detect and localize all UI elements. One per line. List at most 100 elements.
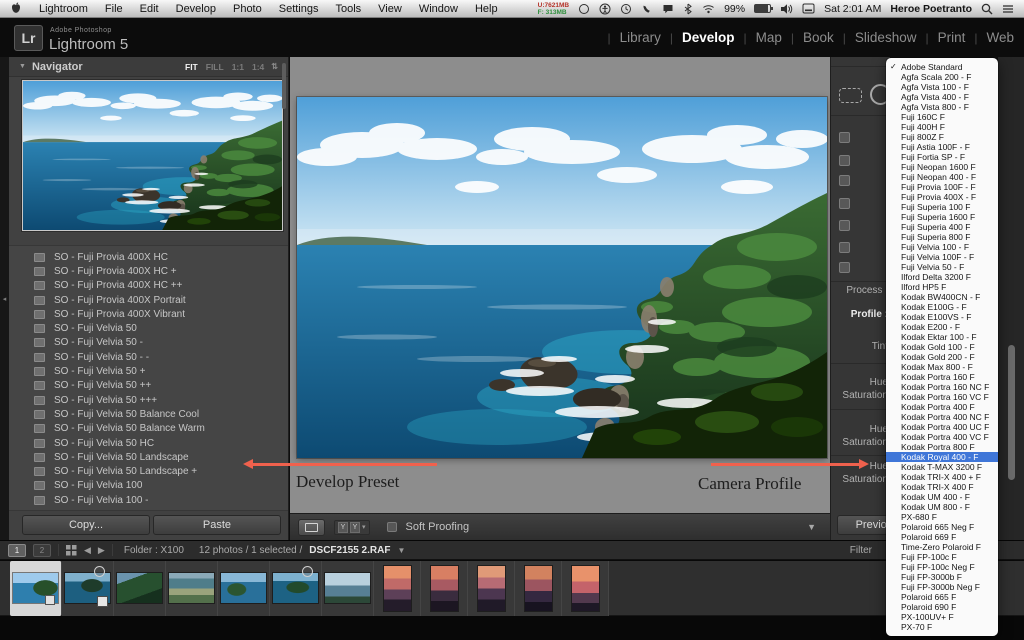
battery-icon[interactable] <box>754 4 774 13</box>
before-after-button[interactable]: Y Y ▾ <box>334 519 370 535</box>
navigator-zoom-option[interactable]: FIT <box>185 62 198 72</box>
camera-profile-menu-item[interactable]: Kodak Portra 400 NC F <box>886 412 998 422</box>
adjustment-row-icon[interactable] <box>839 132 850 143</box>
adjustment-row-icon[interactable] <box>839 198 850 209</box>
right-panel-scrollbar[interactable] <box>1008 345 1015 480</box>
filmstrip-thumbnail[interactable] <box>468 560 515 616</box>
filmstrip-thumbnail[interactable] <box>218 560 270 616</box>
camera-profile-menu-item[interactable]: Fuji 400H F <box>886 122 998 132</box>
preset-item[interactable]: SO - Fuji Velvia 100 <box>9 479 288 493</box>
adjustment-row-icon[interactable] <box>839 262 850 273</box>
notification-center-icon[interactable] <box>1002 4 1014 14</box>
preset-item[interactable]: SO - Fuji Provia 400X Portrait <box>9 293 288 307</box>
camera-profile-menu-item[interactable]: Kodak Gold 100 - F <box>886 342 998 352</box>
camera-profile-menu-item[interactable]: Kodak TRI-X 400 + F <box>886 472 998 482</box>
camera-profile-menu-item[interactable]: Fuji Astia 100F - F <box>886 142 998 152</box>
navigator-header[interactable]: ▼ Navigator FIT FILL 1:1 1:4 ⇅ <box>9 57 288 77</box>
preset-item[interactable]: SO - Fuji Provia 400X HC + <box>9 264 288 278</box>
navigator-zoom-option[interactable]: 1:4 <box>252 62 264 72</box>
preset-item[interactable]: SO - Fuji Velvia 50 Balance Cool <box>9 407 288 421</box>
crop-tool-icon[interactable] <box>839 88 862 103</box>
phone-icon[interactable] <box>641 3 653 15</box>
apple-menu-icon[interactable] <box>10 2 22 15</box>
camera-profile-menu-item[interactable]: Polaroid 665 Neg F <box>886 522 998 532</box>
preset-item[interactable]: SO - Fuji Velvia 50 - <box>9 336 288 350</box>
camera-profile-menu-item[interactable]: Kodak Portra 160 VC F <box>886 392 998 402</box>
copy-button[interactable]: Copy... <box>22 515 150 535</box>
camera-profile-menu-item[interactable]: PX-680 F <box>886 512 998 522</box>
camera-profile-menu-item[interactable]: Fuji 160C F <box>886 112 998 122</box>
camera-profile-menu-item[interactable]: Fuji Superia 400 F <box>886 222 998 232</box>
menubar-item[interactable]: Tools <box>335 3 361 15</box>
menubar-item[interactable]: Edit <box>140 3 159 15</box>
filmstrip-thumbnail[interactable] <box>270 560 322 616</box>
camera-profile-menu-item[interactable]: Kodak T-MAX 3200 F <box>886 462 998 472</box>
module-tab[interactable]: | Book <box>782 30 834 45</box>
camera-profile-menu-item[interactable]: Fuji FP-3000b F <box>886 572 998 582</box>
preset-item[interactable]: SO - Fuji Velvia 100 - <box>9 493 288 507</box>
camera-profile-menu-item[interactable]: Fuji Velvia 100F - F <box>886 252 998 262</box>
filmstrip-thumbnail[interactable] <box>374 560 421 616</box>
left-panel-collapse-strip[interactable]: ◂ <box>0 57 9 540</box>
camera-profile-menu-item[interactable]: Kodak Portra 400 F <box>886 402 998 412</box>
main-photo[interactable] <box>297 97 827 458</box>
module-tab[interactable]: | Slideshow <box>834 30 917 45</box>
previous-photo-arrow-icon[interactable]: ◀ <box>84 545 91 556</box>
clock[interactable]: Sat 2:01 AM <box>824 3 881 15</box>
camera-profile-menu-item[interactable]: Fuji 800Z F <box>886 132 998 142</box>
next-photo-arrow-icon[interactable]: ▶ <box>98 545 105 556</box>
camera-profile-menu-item[interactable]: Fuji Neopan 400 - F <box>886 172 998 182</box>
menubar-item[interactable]: File <box>105 3 123 15</box>
user-menu[interactable]: Heroe Poetranto <box>890 3 972 15</box>
camera-profile-menu-item[interactable]: Fuji FP-3000b Neg F <box>886 582 998 592</box>
spotlight-icon[interactable] <box>981 3 993 15</box>
module-tab[interactable]: | Library <box>598 30 660 45</box>
camera-profile-menu-item[interactable]: Kodak E100VS - F <box>886 312 998 322</box>
loupe-view-button[interactable] <box>298 518 325 536</box>
soft-proofing-checkbox[interactable] <box>386 522 397 532</box>
camera-profile-menu-item[interactable]: Kodak Portra 160 NC F <box>886 382 998 392</box>
camera-profile-menu-item[interactable]: Agfa Vista 800 - F <box>886 102 998 112</box>
before-after-caret-icon[interactable]: ▾ <box>362 523 366 531</box>
camera-profile-menu-item[interactable]: Kodak Portra 400 VC F <box>886 432 998 442</box>
module-tab[interactable]: | Print <box>916 30 965 45</box>
camera-profile-menu-item[interactable]: Kodak E100G - F <box>886 302 998 312</box>
menubar-item[interactable]: Lightroom <box>39 3 88 15</box>
second-window-button[interactable]: 2 <box>33 543 51 557</box>
camera-profile-menu-item[interactable]: Kodak E200 - F <box>886 322 998 332</box>
filmstrip-thumbnail[interactable] <box>515 560 562 616</box>
menubar-item[interactable]: Help <box>475 3 498 15</box>
preset-item[interactable]: SO - Fuji Velvia 50 +++ <box>9 393 288 407</box>
preset-item[interactable]: SO - Fuji Velvia 50 <box>9 321 288 335</box>
camera-profile-menu-item[interactable]: Fuji Velvia 100 - F <box>886 242 998 252</box>
camera-profile-menu-item[interactable]: Fuji Neopan 1600 F <box>886 162 998 172</box>
bluetooth-icon[interactable] <box>683 3 693 15</box>
camera-profile-menu-item[interactable]: Polaroid 665 F <box>886 592 998 602</box>
camera-profile-menu-item[interactable]: Agfa Vista 400 - F <box>886 92 998 102</box>
camera-profile-menu-item[interactable]: Polaroid 669 F <box>886 532 998 542</box>
camera-profile-menu-item[interactable]: Kodak UM 800 - F <box>886 502 998 512</box>
camera-profile-menu-item[interactable]: Fuji Provia 400X - F <box>886 192 998 202</box>
filter-label[interactable]: Filter <box>850 545 872 556</box>
menubar-item[interactable]: View <box>378 3 402 15</box>
main-window-button[interactable]: 1 <box>8 543 26 557</box>
camera-profile-menu-item[interactable]: Agfa Vista 100 - F <box>886 82 998 92</box>
camera-profile-menu-item[interactable]: Fuji FP-100c F <box>886 552 998 562</box>
folder-breadcrumb[interactable]: Folder : X100 <box>124 545 184 556</box>
toolbar-options-caret-icon[interactable]: ▼ <box>807 522 822 532</box>
camera-profile-menu-item[interactable]: Kodak Portra 160 F <box>886 372 998 382</box>
camera-profile-menu-item[interactable]: PX-100UV+ F <box>886 612 998 622</box>
module-tab[interactable]: | Map <box>735 30 782 45</box>
filmstrip-thumbnail[interactable] <box>10 560 62 616</box>
adjustment-row-icon[interactable] <box>839 155 850 166</box>
zoom-stepper-icon[interactable]: ⇅ <box>271 62 278 71</box>
navigator-zoom-option[interactable]: FILL <box>206 62 224 72</box>
memory-meter[interactable]: U:7621MB F: 313MB <box>538 2 569 16</box>
adjustment-row-icon[interactable] <box>839 175 850 186</box>
circle-menu-icon[interactable] <box>578 3 590 15</box>
filmstrip-thumbnail[interactable] <box>562 560 609 616</box>
camera-profile-menu-item[interactable]: Kodak BW400CN - F <box>886 292 998 302</box>
volume-icon[interactable] <box>780 3 793 15</box>
camera-profile-menu-item[interactable]: Kodak UM 400 - F <box>886 492 998 502</box>
messages-icon[interactable] <box>662 3 674 15</box>
